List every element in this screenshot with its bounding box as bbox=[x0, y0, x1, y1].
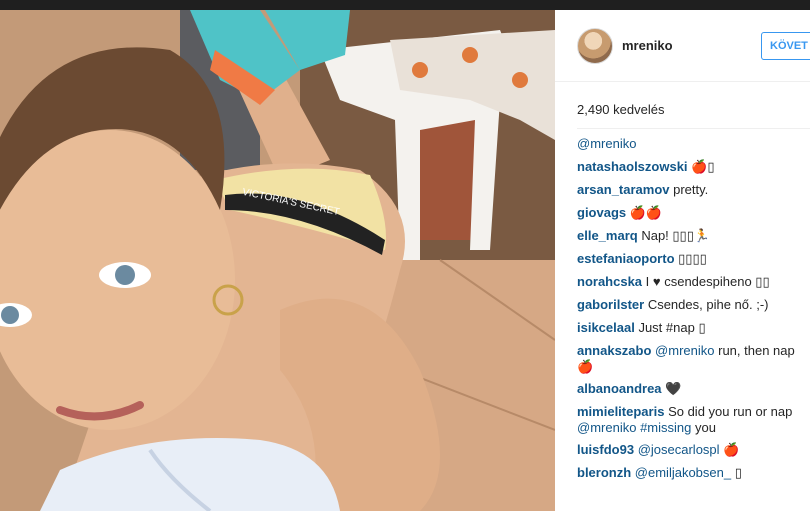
comments-list: @mreniko natashaolszowski 🍎▯ arsan_taram… bbox=[577, 134, 810, 486]
comment: luisfdo93 @josecarlospl 🍎 bbox=[577, 440, 810, 463]
comment-text: 🖤 bbox=[665, 381, 682, 396]
comment-text: ▯ bbox=[734, 465, 742, 480]
caption-mention[interactable]: @mreniko bbox=[577, 136, 636, 151]
comment-hashtag[interactable]: #missing bbox=[640, 420, 691, 435]
likes-count[interactable]: 2,490 kedvelés bbox=[577, 102, 664, 117]
comment-text: Just #nap ▯ bbox=[638, 320, 706, 335]
comment-text: Nap! ▯▯▯🏃 bbox=[641, 228, 711, 243]
comment-user[interactable]: luisfdo93 bbox=[577, 442, 634, 457]
comment-text: pretty. bbox=[673, 182, 709, 197]
comment-text: 🍎▯ bbox=[691, 159, 715, 174]
divider bbox=[577, 128, 810, 129]
caption: @mreniko bbox=[577, 134, 810, 157]
comment-user[interactable]: isikcelaal bbox=[577, 320, 635, 335]
comment: bleronzh @emiljakobsen_ ▯ bbox=[577, 463, 810, 486]
comment-mention[interactable]: @mreniko bbox=[655, 343, 714, 358]
comment-user[interactable]: giovags bbox=[577, 205, 626, 220]
photo-illustration: VICTORIA'S SECRET bbox=[0, 10, 555, 511]
post-photo[interactable]: VICTORIA'S SECRET bbox=[0, 10, 555, 511]
follow-button[interactable]: KÖVET bbox=[761, 32, 810, 60]
comment-text: I ♥ csendespiheno ▯▯ bbox=[645, 274, 770, 289]
comment-user[interactable]: estefaniaoporto bbox=[577, 251, 675, 266]
comment-user[interactable]: albanoandrea bbox=[577, 381, 662, 396]
iris-left bbox=[1, 306, 19, 324]
comment: isikcelaal Just #nap ▯ bbox=[577, 318, 810, 341]
comment-user[interactable]: arsan_taramov bbox=[577, 182, 670, 197]
comment: annakszabo @mreniko run, then nap 🍎 bbox=[577, 341, 810, 375]
iris-right bbox=[115, 265, 135, 285]
cloth-pattern bbox=[512, 72, 528, 88]
comment: albanoandrea 🖤 bbox=[577, 379, 810, 402]
comment: elle_marq Nap! ▯▯▯🏃 bbox=[577, 226, 810, 249]
comment: gaborilster Csendes, pihe nő. ;-) bbox=[577, 295, 810, 318]
comment: estefaniaoporto ▯▯▯▯ bbox=[577, 249, 810, 272]
comment: arsan_taramov pretty. bbox=[577, 180, 810, 203]
comment-text: So did you run or nap bbox=[668, 404, 793, 419]
post-sidebar: mreniko KÖVET 2,490 kedvelés @mreniko na… bbox=[555, 10, 810, 511]
comment-mention[interactable]: @emiljakobsen_ bbox=[635, 465, 731, 480]
top-bar bbox=[0, 0, 810, 10]
comment-mention[interactable]: @josecarlospl bbox=[638, 442, 720, 457]
comment-user[interactable]: mimieliteparis bbox=[577, 404, 664, 419]
comment-text: 🍎🍎 bbox=[629, 205, 663, 220]
comment-text: Csendes, pihe nő. ;-) bbox=[647, 297, 769, 312]
comment: mimieliteparis So did you run or nap @mr… bbox=[577, 402, 810, 436]
comment-text: 🍎 bbox=[723, 442, 740, 457]
comment-text-tail: you bbox=[694, 420, 716, 435]
comment-user[interactable]: natashaolszowski bbox=[577, 159, 688, 174]
cloth-pattern bbox=[462, 47, 478, 63]
comment-text: ▯▯▯▯ bbox=[678, 251, 707, 266]
comment-user[interactable]: elle_marq bbox=[577, 228, 638, 243]
comment: natashaolszowski 🍎▯ bbox=[577, 157, 810, 180]
comment-user[interactable]: gaborilster bbox=[577, 297, 644, 312]
comment: giovags 🍎🍎 bbox=[577, 203, 810, 226]
post-header: mreniko KÖVET bbox=[555, 10, 810, 82]
avatar[interactable] bbox=[577, 28, 613, 64]
comment: norahcska I ♥ csendespiheno ▯▯ bbox=[577, 272, 810, 295]
cloth-pattern bbox=[412, 62, 428, 78]
comment-user[interactable]: annakszabo bbox=[577, 343, 651, 358]
comment-user[interactable]: bleronzh bbox=[577, 465, 631, 480]
comment-user[interactable]: norahcska bbox=[577, 274, 642, 289]
author-username[interactable]: mreniko bbox=[622, 38, 673, 53]
comment-mention[interactable]: @mreniko bbox=[577, 420, 636, 435]
brick-wall bbox=[420, 110, 480, 240]
